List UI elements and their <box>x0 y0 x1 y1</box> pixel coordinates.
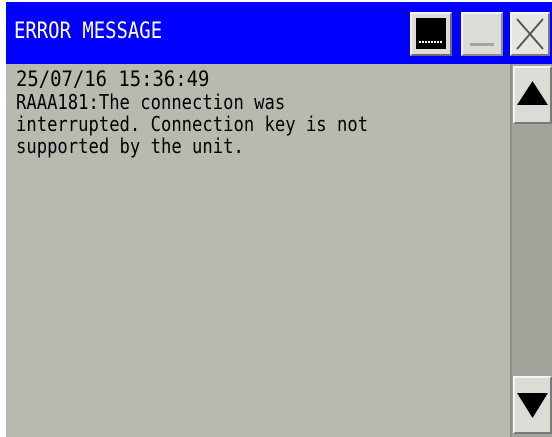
scroll-down-button[interactable] <box>513 376 552 434</box>
vertical-scrollbar[interactable] <box>510 64 552 437</box>
titlebar: ERROR MESSAGE <box>6 2 552 64</box>
message-area: 25/07/16 15:36:49 RAAA181:The connection… <box>6 64 510 437</box>
scroll-up-button[interactable] <box>513 66 552 124</box>
close-button[interactable] <box>510 12 550 56</box>
window-title: ERROR MESSAGE <box>14 19 163 44</box>
triangle-down-icon <box>517 393 548 418</box>
console-icon <box>416 18 446 49</box>
close-icon <box>516 18 544 50</box>
error-timestamp: 25/07/16 15:36:49 <box>16 67 210 91</box>
console-button[interactable] <box>410 12 452 56</box>
minimize-button[interactable] <box>461 12 503 56</box>
minimize-icon <box>470 43 494 46</box>
triangle-up-icon <box>517 81 548 105</box>
error-message-text: RAAA181:The connection was interrupted. … <box>16 90 369 158</box>
